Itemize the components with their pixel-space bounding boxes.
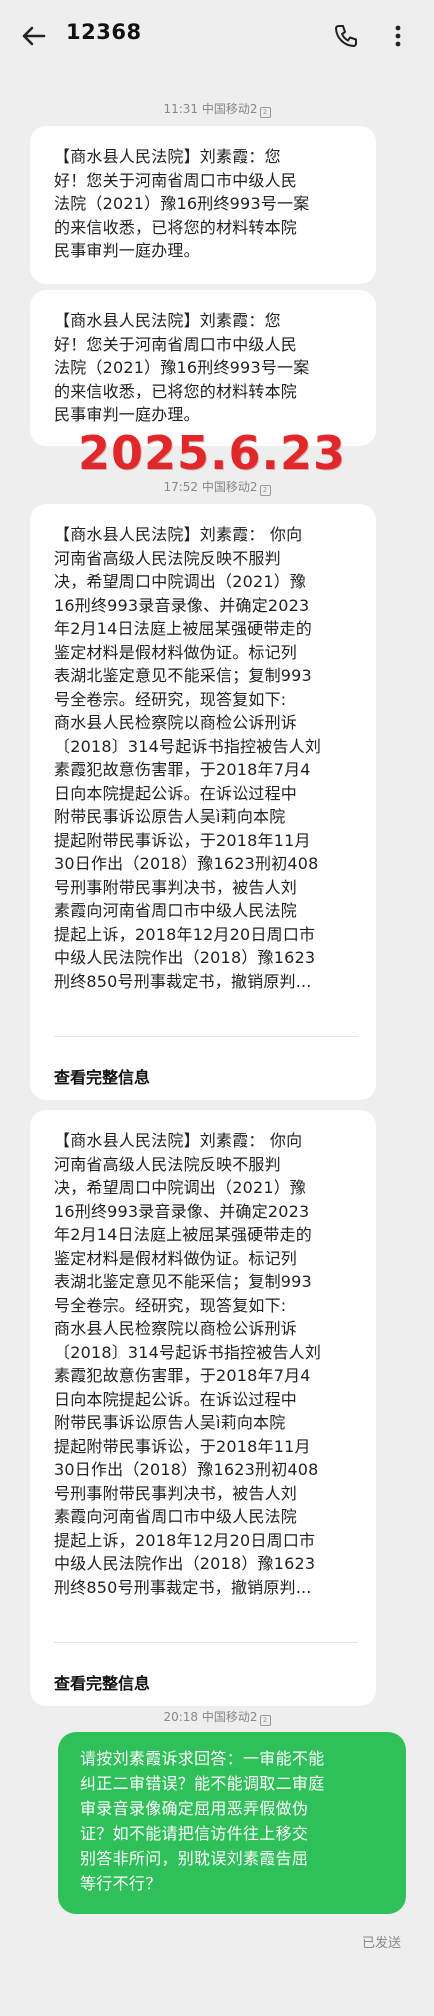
incoming-message[interactable]: 【商水县人民法院】刘素霞：您 好！您关于河南省周口市中级人民 法院（2021）豫… <box>30 290 376 446</box>
sim-icon: 2 <box>259 485 271 496</box>
divider <box>54 1036 358 1037</box>
outgoing-message[interactable]: 请按刘素霞诉求回答：一审能不能 纠正二审错误？能不能调取二审庭 审录音录像确定屈… <box>58 1732 406 1914</box>
carrier-label: 中国移动2 <box>201 480 258 494</box>
incoming-message[interactable]: 【商水县人民法院】刘素霞： 你向 河南省高级人民法院反映不服判 决，希望周口中院… <box>30 1110 376 1706</box>
phone-icon[interactable] <box>330 20 362 52</box>
message-text: 【商水县人民法院】刘素霞：您 好！您关于河南省周口市中级人民 法院（2021）豫… <box>54 147 310 260</box>
timestamp: 20:18 中国移动2 2 <box>0 1708 434 1726</box>
sim-icon: 2 <box>259 1715 271 1726</box>
view-full-message-link[interactable]: 查看完整信息 <box>54 1670 150 1694</box>
timestamp: 11:31 中国移动2 2 <box>0 100 434 118</box>
message-text: 请按刘素霞诉求回答：一审能不能 纠正二审错误？能不能调取二审庭 审录音录像确定屈… <box>80 1749 325 1893</box>
date-stamp: 2025.6.23 <box>78 426 346 480</box>
time-label: 17:52 <box>163 480 199 494</box>
more-vertical-icon[interactable] <box>386 20 410 52</box>
conversation-title: 12368 <box>66 20 142 44</box>
message-text: 【商水县人民法院】刘素霞： 你向 河南省高级人民法院反映不服判 决，希望周口中院… <box>54 525 322 991</box>
sent-status: 已发送 <box>362 1936 402 1951</box>
back-arrow-icon[interactable] <box>14 20 50 52</box>
message-text: 【商水县人民法院】刘素霞： 你向 河南省高级人民法院反映不服判 决，希望周口中院… <box>54 1131 322 1597</box>
divider <box>54 1642 358 1643</box>
timestamp: 17:52 中国移动2 2 <box>0 478 434 496</box>
sim-icon: 2 <box>259 107 271 118</box>
time-label: 20:18 <box>163 1710 202 1724</box>
carrier-label: 中国移动2 <box>201 102 258 116</box>
incoming-message[interactable]: 【商水县人民法院】刘素霞：您 好！您关于河南省周口市中级人民 法院（2021）豫… <box>30 126 376 284</box>
message-text: 【商水县人民法院】刘素霞：您 好！您关于河南省周口市中级人民 法院（2021）豫… <box>54 311 310 424</box>
text-fade <box>30 992 376 1028</box>
time-label: 11:31 <box>163 102 199 116</box>
carrier-label: 中国移动2 <box>201 1710 258 1724</box>
top-bar: 12368 <box>0 0 434 72</box>
view-full-message-link[interactable]: 查看完整信息 <box>54 1064 150 1088</box>
text-fade <box>30 1598 376 1634</box>
incoming-message[interactable]: 【商水县人民法院】刘素霞： 你向 河南省高级人民法院反映不服判 决，希望周口中院… <box>30 504 376 1100</box>
